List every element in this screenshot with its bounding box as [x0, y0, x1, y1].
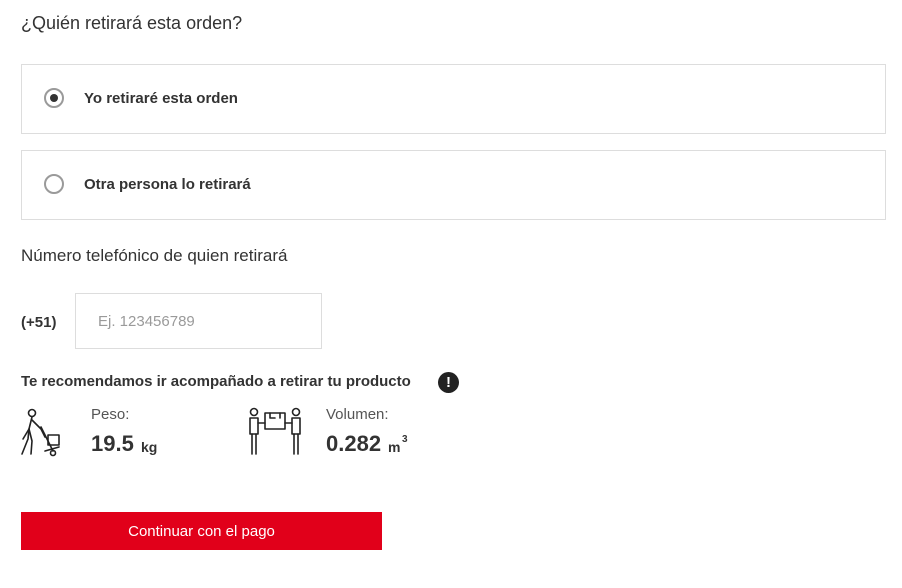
radio-selected[interactable]	[44, 88, 64, 108]
two-people-carrying-box-icon	[249, 407, 301, 455]
phone-section-title: Número telefónico de quien retirará	[21, 246, 288, 265]
person-hand-truck-icon	[21, 408, 60, 457]
phone-input[interactable]	[75, 293, 322, 349]
radio-unselected[interactable]	[44, 174, 64, 194]
pickup-option-self[interactable]: Yo retiraré esta orden	[21, 64, 886, 134]
pickup-option-self-label: Yo retiraré esta orden	[84, 90, 238, 107]
volume-label: Volumen:	[326, 406, 389, 423]
continue-to-payment-button[interactable]: Continuar con el pago	[21, 512, 382, 550]
volume-value: 0.282	[326, 431, 382, 456]
volume-unit: m	[388, 439, 401, 455]
volume-unit-exponent: 3	[402, 434, 408, 445]
recommendation-text: Te recomendamos ir acompañado a retirar …	[21, 373, 411, 390]
exclamation-circle-icon[interactable]: !	[438, 372, 459, 393]
pickup-question-title: ¿Quién retirará esta orden?	[21, 13, 243, 33]
radio-dot	[50, 94, 58, 102]
pickup-option-other[interactable]: Otra persona lo retirará	[21, 150, 886, 220]
weight-value: 19.5	[91, 431, 134, 456]
weight-unit: kg	[141, 439, 158, 455]
phone-prefix: (+51)	[21, 314, 57, 331]
weight-label: Peso:	[91, 406, 130, 423]
pickup-option-other-label: Otra persona lo retirará	[84, 176, 251, 193]
